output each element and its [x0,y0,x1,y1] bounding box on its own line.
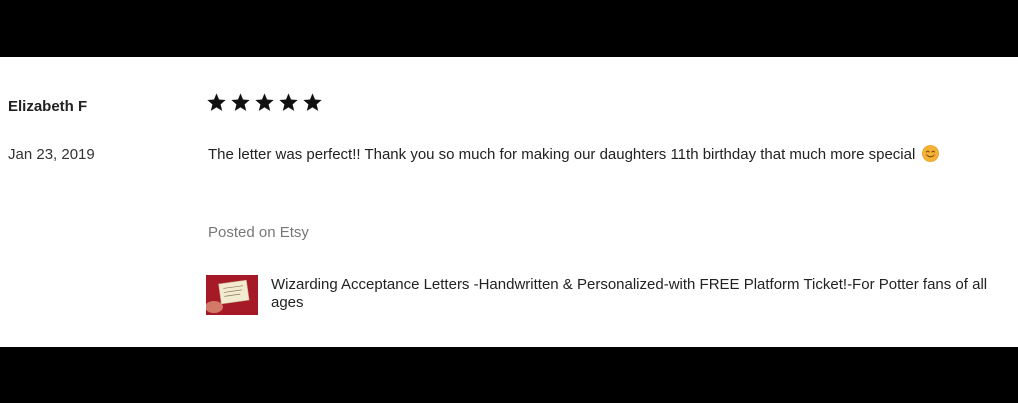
product-thumbnail-icon[interactable] [206,275,258,315]
review-text: The letter was perfect!! Thank you so mu… [208,146,916,163]
review-date: Jan 23, 2019 [8,146,95,163]
smiling-face-emoji-icon [922,145,940,162]
star-icon [207,93,226,111]
star-icon [303,93,322,111]
reviewer-name: Elizabeth F [8,98,88,115]
star-rating [206,92,323,113]
star-icon [279,93,298,111]
reviewed-product-link[interactable]: Wizarding Acceptance Letters -Handwritte… [206,275,1006,315]
posted-on-label: Posted on Etsy [208,224,309,241]
bottom-black-bar [0,347,1018,403]
product-title[interactable]: Wizarding Acceptance Letters -Handwritte… [271,276,1006,312]
review-body: The letter was perfect!! Thank you so mu… [208,137,1008,172]
star-icon [231,93,250,111]
top-black-bar [0,0,1018,57]
star-icon [255,93,274,111]
review-card: Elizabeth F Jan 23, 2019 The letter was … [0,57,1018,347]
